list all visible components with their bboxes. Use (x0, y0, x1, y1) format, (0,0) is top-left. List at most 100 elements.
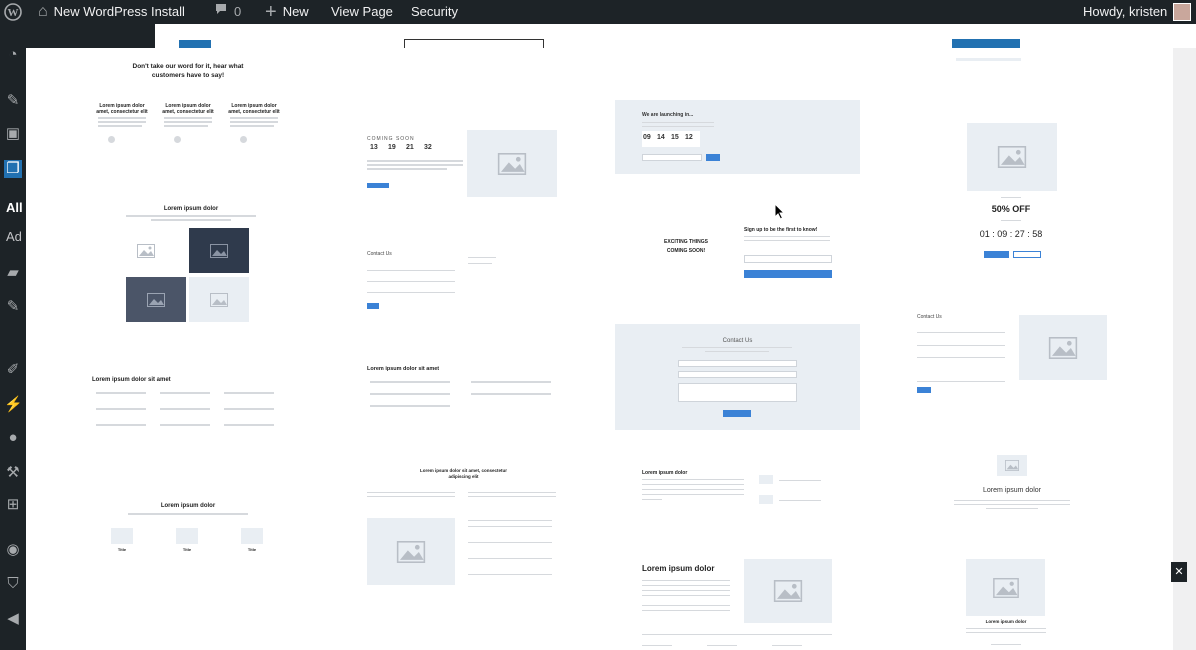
launching-heading: We are launching in... (642, 112, 694, 118)
pattern-contact-right[interactable]: Contact Us (916, 313, 1111, 398)
email-field (678, 371, 797, 378)
users-icon[interactable]: ● (4, 429, 22, 447)
gallery-heading: Lorem ipsum dolor (163, 206, 219, 212)
pages-icon[interactable]: ❐ (4, 160, 22, 178)
image-placeholder-icon (367, 518, 455, 585)
image-placeholder-icon (241, 528, 263, 544)
image-placeholder-icon (1019, 315, 1107, 380)
pattern-features[interactable]: Lorem ipsum dolor sit amet (88, 370, 288, 450)
home-icon: ⌂ (38, 3, 48, 20)
sale-countdown: 01 : 09 : 27 : 58 (979, 229, 1043, 239)
avatar (240, 136, 247, 143)
lorem-heading: Lorem ipsum dolor (642, 470, 688, 476)
list-heading: Lorem ipsum dolor sit amet (367, 366, 440, 372)
dashboard-icon[interactable]: ◔ (4, 46, 22, 64)
pattern-contact-small[interactable]: Contact Us (366, 248, 561, 313)
countdown-number: 14 (657, 134, 665, 141)
countdown-number: 12 (685, 134, 693, 141)
pattern-testimonials[interactable]: Don't take our word for it, hear what cu… (88, 60, 288, 150)
mouse-cursor-icon (774, 203, 786, 220)
signup-heading: Sign up to be the first to know! (744, 227, 818, 233)
wordpress-logo-icon[interactable]: W (4, 0, 22, 24)
message-field (678, 383, 797, 402)
column-title: Title (182, 547, 192, 552)
security-link[interactable]: Security (411, 0, 458, 24)
image-placeholder-icon (189, 277, 249, 322)
comment-icon (214, 0, 228, 24)
my-account-link[interactable]: Howdy, kristen (1083, 0, 1192, 24)
pattern-list[interactable]: Lorem ipsum dolor sit amet (366, 363, 561, 413)
comments-link[interactable]: 0 (214, 0, 241, 24)
shop-button (984, 251, 1009, 258)
pattern-contact-center[interactable]: Contact Us (615, 324, 860, 430)
svg-text:W: W (8, 7, 19, 19)
email-field (642, 154, 702, 161)
appearance-icon[interactable]: ✐ (4, 361, 22, 379)
pattern-exciting[interactable]: EXCITING THINGS COMING SOON! Sign up to … (656, 228, 836, 283)
submenu-all-pages[interactable]: All (6, 200, 23, 215)
countdown-number: 13 (370, 144, 378, 151)
submit-button (744, 270, 832, 278)
site-name-link[interactable]: ⌂ New WordPress Install (38, 0, 185, 24)
collapse-icon[interactable]: ◀ (4, 610, 22, 628)
email-field (744, 255, 832, 263)
plugins-icon[interactable]: ⚡ (4, 396, 23, 414)
new-content-link[interactable]: + New (265, 0, 309, 24)
globe-icon[interactable]: ◉ (4, 541, 22, 559)
image-placeholder-icon (467, 130, 557, 197)
lorem-heading: Lorem ipsum dolor (985, 619, 1027, 624)
plus-icon: + (265, 1, 277, 23)
image-placeholder-icon (759, 495, 773, 504)
split-heading: Lorem ipsum dolor sit amet, consectetur … (419, 468, 508, 479)
details-button (1013, 251, 1041, 258)
publish-button (952, 39, 1020, 48)
comments-icon[interactable]: ▰ (4, 264, 22, 282)
pattern-lorem-right[interactable]: Lorem ipsum dolor (946, 453, 1086, 513)
tools-icon[interactable]: ⚒ (4, 464, 22, 482)
countdown-number: 15 (671, 134, 679, 141)
image-placeholder-icon (967, 123, 1057, 191)
exciting-text: EXCITING THINGS COMING SOON! (664, 239, 708, 254)
pattern-coming-soon[interactable]: COMING SOON 13 19 21 32 (366, 128, 561, 198)
image-placeholder-icon (111, 528, 133, 544)
send-button (367, 303, 379, 309)
pattern-sale[interactable]: 50% OFF 01 : 09 : 27 : 58 (951, 122, 1071, 262)
security-label: Security (411, 4, 458, 19)
media-icon[interactable]: ▣ (4, 125, 22, 143)
admin-menu: ◔ ✎ ▣ ❐ All Ad ▰ ✎ ✐ ⚡ ● ⚒ ⊞ ◉ ⛉ ◀ (0, 24, 26, 650)
pin-icon[interactable]: ✎ (4, 92, 22, 110)
send-button (723, 410, 751, 417)
pattern-launching[interactable]: We are launching in... 09 14 15 12 (615, 100, 860, 174)
comments-count: 0 (234, 4, 242, 19)
close-icon[interactable]: ✕ (1171, 562, 1187, 582)
shield-icon[interactable]: ⛉ (4, 575, 22, 593)
submenu-add-new[interactable]: Ad (6, 229, 22, 244)
avatar (174, 136, 181, 143)
pin-icon-2[interactable]: ✎ (4, 298, 22, 316)
send-button (917, 387, 931, 393)
view-page-label: View Page (331, 4, 393, 19)
column-title: Title (117, 547, 127, 552)
notify-button (706, 154, 720, 161)
pattern-three-columns[interactable]: Lorem ipsum dolor Title Title Title (88, 498, 288, 578)
name-field (678, 360, 797, 367)
sale-label: 50% OFF (991, 204, 1031, 214)
pattern-lorem-right-small[interactable]: Lorem ipsum dolor (961, 558, 1071, 650)
editor-toolbar (155, 24, 1196, 48)
image-placeholder-icon (116, 228, 176, 273)
lorem-large-heading: Lorem ipsum dolor (642, 564, 715, 573)
image-placeholder-icon (189, 228, 249, 273)
pattern-gallery[interactable]: Lorem ipsum dolor (116, 200, 266, 325)
image-placeholder-icon (997, 455, 1027, 476)
pattern-lorem-small[interactable]: Lorem ipsum dolor (641, 466, 836, 511)
testimonial-title: Lorem ipsum dolor amet, consectetur elit (162, 103, 214, 115)
countdown-box: 09 14 15 12 (642, 131, 700, 147)
countdown-number: 21 (406, 144, 414, 151)
pattern-explorer-modal: Don't take our word for it, hear what cu… (26, 48, 1173, 650)
view-page-link[interactable]: View Page (331, 0, 393, 24)
testimonial-title: Lorem ipsum dolor amet, consectetur elit (96, 103, 148, 115)
pattern-split[interactable]: Lorem ipsum dolor sit amet, consectetur … (366, 466, 561, 591)
settings-icon[interactable]: ⊞ (4, 496, 22, 514)
pattern-lorem-large[interactable]: Lorem ipsum dolor (641, 556, 836, 650)
pattern-heading: Don't take our word for it, hear what cu… (132, 63, 244, 79)
